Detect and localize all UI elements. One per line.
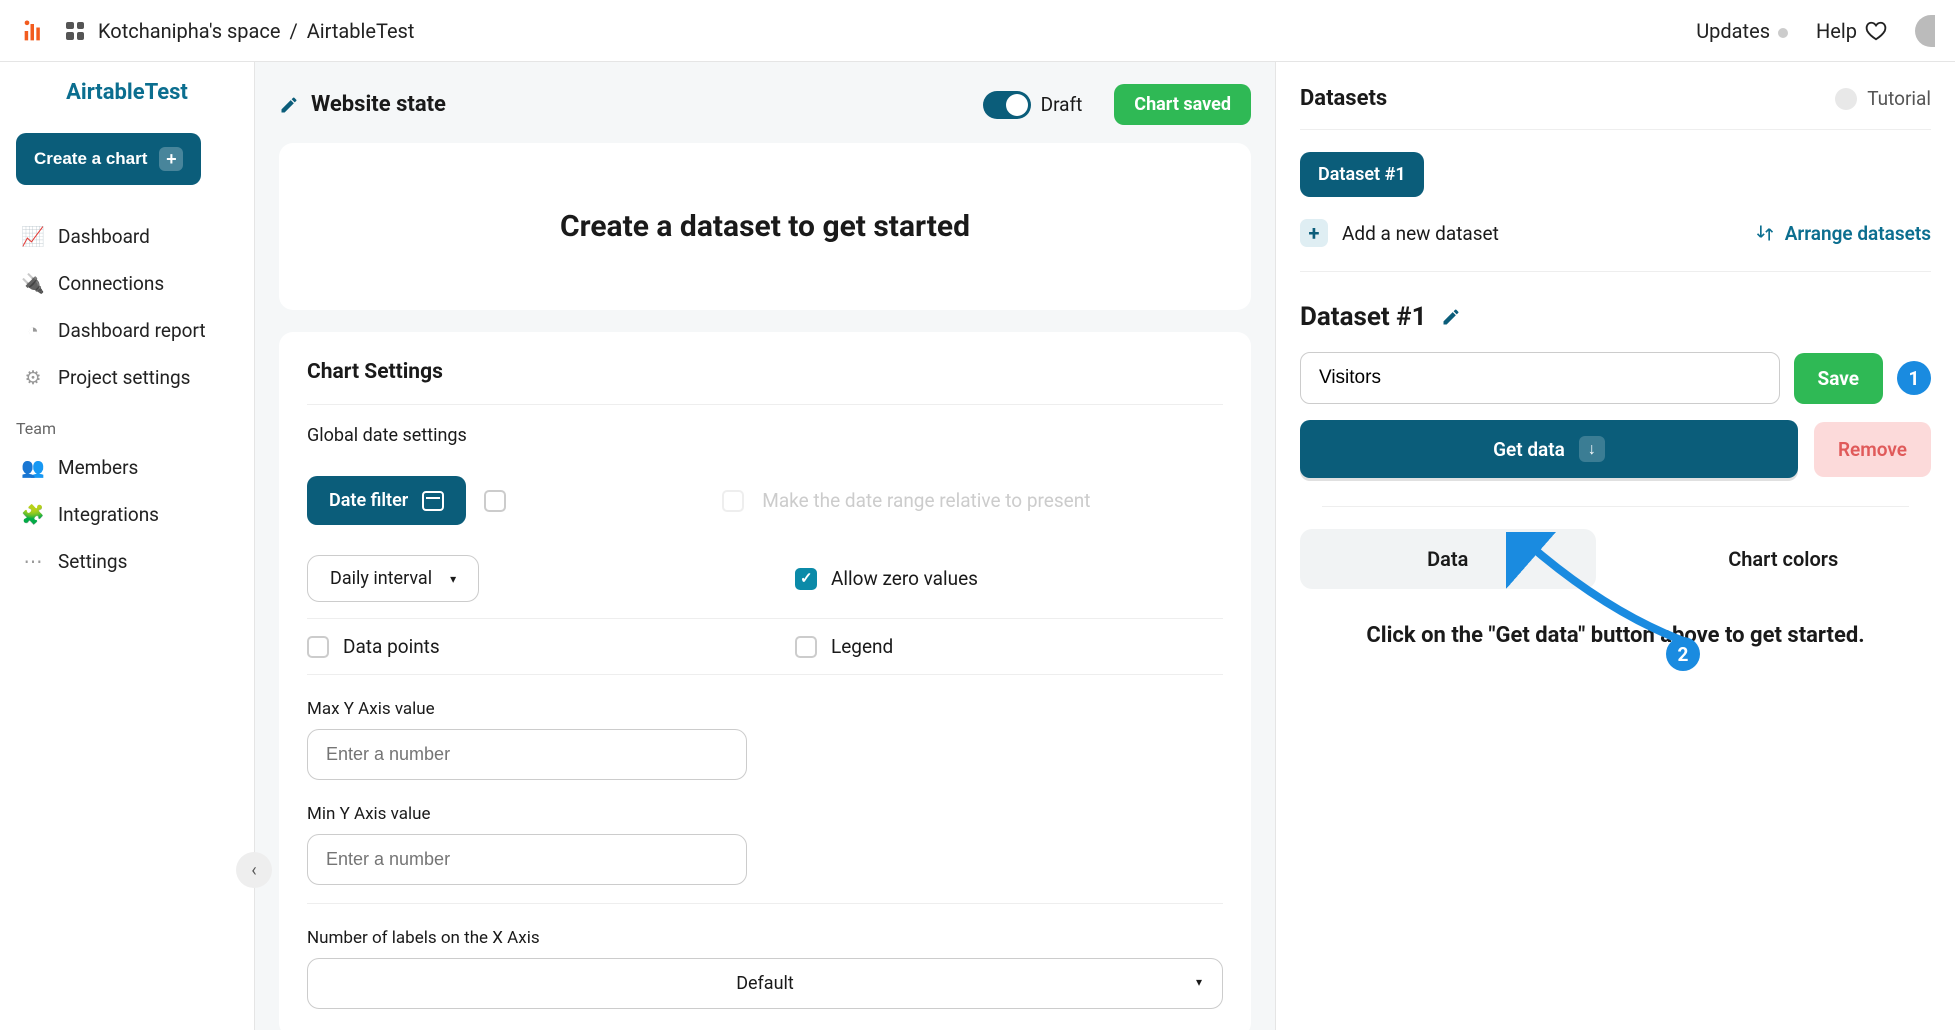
chart-line-icon: 📈	[22, 226, 44, 248]
data-points-checkbox[interactable]	[307, 636, 329, 658]
step-badge-2: 2	[1666, 637, 1700, 671]
sort-icon	[1755, 223, 1775, 243]
sidebar-item-integrations[interactable]: 🧩Integrations	[12, 491, 242, 538]
user-avatar[interactable]	[1915, 15, 1935, 47]
sidebar-item-dashboard-report[interactable]: ◔Dashboard report	[12, 307, 242, 354]
sidebar-item-connections[interactable]: 🔌Connections	[12, 260, 242, 307]
breadcrumb-project[interactable]: AirtableTest	[307, 19, 415, 43]
get-data-button[interactable]: Get data↓	[1300, 420, 1798, 478]
sidebar-title[interactable]: AirtableTest	[12, 80, 242, 105]
pie-chart-icon: ◔	[22, 320, 44, 342]
plus-icon: +	[159, 147, 183, 171]
arrange-datasets-button[interactable]: Arrange datasets	[1755, 222, 1931, 245]
breadcrumb-workspace[interactable]: Kotchanipha's space	[98, 19, 280, 43]
step-badge-1: 1	[1897, 361, 1931, 395]
main-content: Website state Draft Chart saved Create a…	[255, 62, 1275, 1030]
dataset-chip[interactable]: Dataset #1	[1300, 152, 1424, 197]
sidebar-item-members[interactable]: 👥Members	[12, 444, 242, 491]
sidebar-item-settings[interactable]: ⋯Settings	[12, 538, 242, 585]
app-logo-icon	[20, 17, 48, 45]
legend-label: Legend	[831, 635, 893, 658]
chart-settings-title: Chart Settings	[307, 360, 1223, 405]
collapse-sidebar-button[interactable]: ‹	[236, 852, 272, 888]
allow-zero-label: Allow zero values	[831, 567, 978, 590]
divider	[1322, 506, 1909, 507]
tab-data[interactable]: Data	[1300, 529, 1596, 589]
updates-dot-icon	[1778, 28, 1788, 38]
puzzle-icon: 🧩	[22, 504, 44, 526]
data-points-label: Data points	[343, 635, 440, 658]
chevron-down-icon: ▾	[1196, 975, 1202, 989]
tab-chart-colors[interactable]: Chart colors	[1636, 529, 1932, 589]
legend-checkbox[interactable]	[795, 636, 817, 658]
edit-pencil-icon[interactable]	[1441, 307, 1461, 327]
dataset-title: Dataset #1	[1300, 302, 1931, 332]
draft-label: Draft	[1041, 93, 1083, 116]
members-icon: 👥	[22, 457, 44, 479]
gear-icon: ⚙	[22, 367, 44, 389]
save-button[interactable]: Save	[1794, 353, 1884, 404]
add-dataset-plus-icon[interactable]: +	[1300, 219, 1328, 247]
datasets-heading: Datasets	[1300, 86, 1387, 111]
draft-toggle[interactable]	[983, 91, 1031, 119]
sidebar-item-dashboard[interactable]: 📈Dashboard	[12, 213, 242, 260]
min-y-input[interactable]	[307, 834, 747, 885]
interval-select[interactable]: Daily interval▾	[307, 555, 479, 602]
global-date-label: Global date settings	[307, 425, 1223, 446]
breadcrumb-separator: /	[289, 19, 297, 43]
hero-card: Create a dataset to get started	[279, 143, 1251, 310]
breadcrumb[interactable]: Kotchanipha's space / AirtableTest	[98, 19, 414, 43]
dots-icon: ⋯	[22, 551, 44, 573]
add-dataset-button[interactable]: Add a new dataset	[1342, 222, 1499, 245]
sidebar-item-project-settings[interactable]: ⚙Project settings	[12, 354, 242, 401]
team-section-label: Team	[12, 401, 242, 444]
max-y-input[interactable]	[307, 729, 747, 780]
top-bar: Kotchanipha's space / AirtableTest Updat…	[0, 0, 1955, 62]
chart-saved-badge: Chart saved	[1114, 84, 1251, 125]
chart-settings-card: Chart Settings Global date settings Date…	[279, 332, 1251, 1030]
create-chart-button[interactable]: Create a chart +	[16, 133, 201, 185]
xaxis-labels-label: Number of labels on the X Axis	[307, 928, 1223, 948]
tutorial-link[interactable]: Tutorial	[1835, 87, 1931, 110]
date-filter-button[interactable]: Date filter	[307, 476, 466, 525]
page-title: Website state	[311, 92, 446, 117]
relative-range-checkbox[interactable]	[722, 490, 744, 512]
calendar-icon	[422, 491, 444, 511]
download-icon: ↓	[1579, 436, 1605, 462]
sidebar: AirtableTest Create a chart + 📈Dashboard…	[0, 62, 255, 1030]
min-y-label: Min Y Axis value	[307, 804, 1223, 824]
allow-zero-checkbox[interactable]	[795, 568, 817, 590]
plug-icon: 🔌	[22, 273, 44, 295]
xaxis-labels-select[interactable]: Default▾	[307, 958, 1223, 1009]
get-data-hint: Click on the "Get data" button above to …	[1300, 623, 1931, 648]
chevron-down-icon: ▾	[450, 572, 456, 586]
help-link[interactable]: Help	[1816, 19, 1887, 43]
hero-text: Create a dataset to get started	[307, 171, 1223, 282]
datasets-panel: Datasets Tutorial Dataset #1 + Add a new…	[1275, 62, 1955, 1030]
date-filter-checkbox[interactable]	[484, 490, 506, 512]
remove-button[interactable]: Remove	[1814, 422, 1931, 477]
apps-grid-icon[interactable]	[66, 22, 84, 40]
relative-range-label: Make the date range relative to present	[762, 489, 1090, 512]
updates-link[interactable]: Updates	[1696, 19, 1788, 43]
dataset-name-input[interactable]	[1300, 352, 1780, 404]
pencil-icon[interactable]	[279, 95, 299, 115]
max-y-label: Max Y Axis value	[307, 699, 1223, 719]
heart-icon	[1865, 20, 1887, 42]
tutorial-icon	[1835, 88, 1857, 110]
